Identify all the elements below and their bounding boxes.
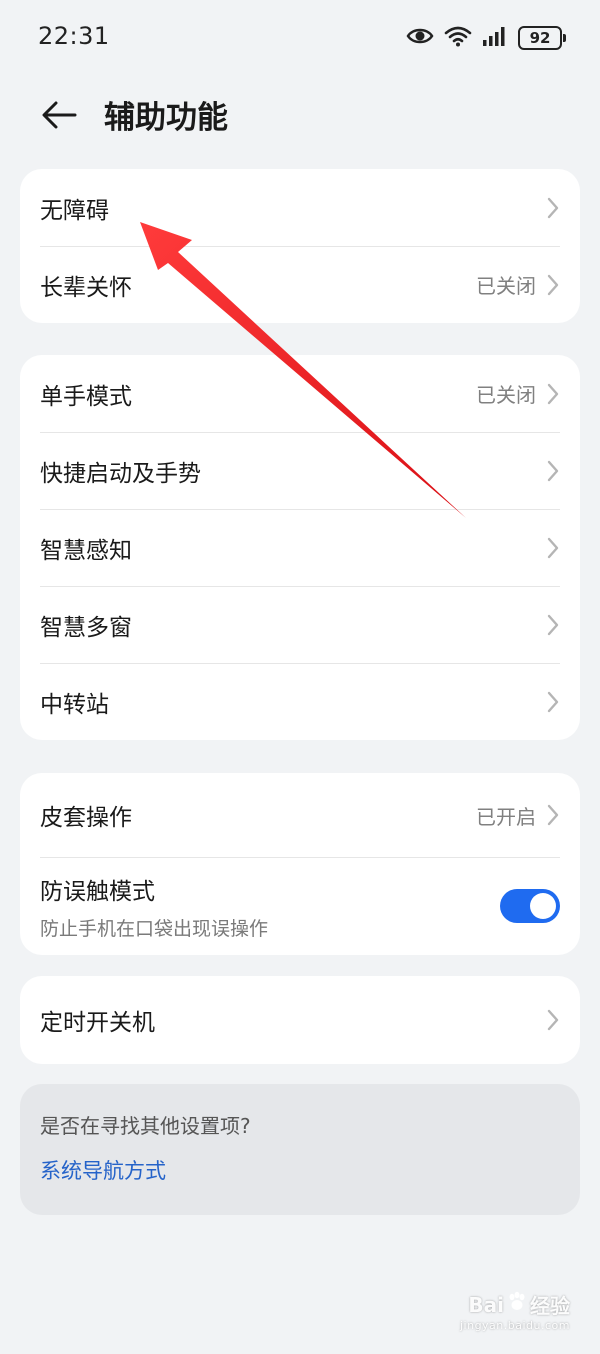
wifi-icon bbox=[444, 25, 472, 51]
mistouch-toggle[interactable] bbox=[500, 889, 560, 923]
chevron-right-icon bbox=[546, 274, 560, 296]
watermark-brand: Bai 经验 bbox=[468, 1290, 570, 1319]
paw-icon bbox=[506, 1291, 528, 1318]
page-title: 辅助功能 bbox=[104, 100, 228, 136]
battery-icon: 92 bbox=[518, 26, 566, 50]
row-elder-care[interactable]: 长辈关怀 已关闭 bbox=[20, 246, 580, 323]
chevron-right-icon bbox=[546, 537, 560, 559]
chevron-right-icon bbox=[546, 460, 560, 482]
row-scheduled-power[interactable]: 定时开关机 bbox=[20, 976, 580, 1064]
status-bar: 22:31 92 bbox=[0, 0, 600, 76]
settings-group-3: 皮套操作 已开启 防误触模式 防止手机在口袋出现误操作 bbox=[20, 773, 580, 955]
watermark-brand-text: Bai bbox=[468, 1292, 504, 1317]
row-label: 单手模式 bbox=[40, 383, 132, 410]
row-texts: 防误触模式 防止手机在口袋出现误操作 bbox=[40, 872, 500, 941]
row-label: 无障碍 bbox=[40, 197, 109, 224]
eye-icon bbox=[406, 26, 434, 50]
row-label: 防误触模式 bbox=[40, 878, 155, 905]
watermark-url: jingyan.baidu.com bbox=[459, 1319, 570, 1332]
settings-group-2: 单手模式 已关闭 快捷启动及手势 智慧感知 智慧多窗 中转站 bbox=[20, 355, 580, 740]
toggle-knob bbox=[530, 893, 556, 919]
settings-group-1: 无障碍 长辈关怀 已关闭 bbox=[20, 169, 580, 323]
chevron-right-icon bbox=[546, 1009, 560, 1031]
row-value: 已关闭 bbox=[476, 383, 536, 407]
row-one-hand-mode[interactable]: 单手模式 已关闭 bbox=[20, 355, 580, 432]
suggestion-card: 是否在寻找其他设置项? 系统导航方式 bbox=[20, 1084, 580, 1215]
chevron-right-icon bbox=[546, 691, 560, 713]
status-time: 22:31 bbox=[38, 22, 110, 50]
row-multi-window[interactable]: 智慧多窗 bbox=[20, 586, 580, 663]
settings-group-4: 定时开关机 bbox=[20, 976, 580, 1064]
suggestion-link[interactable]: 系统导航方式 bbox=[40, 1155, 560, 1185]
row-value: 已关闭 bbox=[476, 274, 536, 298]
back-button[interactable] bbox=[34, 90, 84, 140]
status-icons: 92 bbox=[406, 24, 566, 52]
watermark-suffix: 经验 bbox=[530, 1294, 570, 1318]
row-label: 快捷启动及手势 bbox=[40, 460, 201, 487]
row-cover-operation[interactable]: 皮套操作 已开启 bbox=[20, 773, 580, 857]
row-label: 智慧感知 bbox=[40, 537, 132, 564]
chevron-right-icon bbox=[546, 197, 560, 219]
row-label: 长辈关怀 bbox=[40, 274, 132, 301]
row-label: 定时开关机 bbox=[40, 1010, 155, 1036]
row-label: 智慧多窗 bbox=[40, 614, 132, 641]
watermark: Bai 经验 jingyan.baidu.com bbox=[460, 1290, 570, 1332]
row-value: 已开启 bbox=[476, 804, 536, 829]
signal-icon bbox=[482, 26, 508, 50]
row-smart-awareness[interactable]: 智慧感知 bbox=[20, 509, 580, 586]
row-label: 中转站 bbox=[40, 691, 109, 718]
suggestion-question: 是否在寻找其他设置项? bbox=[40, 1114, 251, 1138]
chevron-right-icon bbox=[546, 804, 560, 826]
back-arrow-icon bbox=[42, 101, 77, 129]
chevron-right-icon bbox=[546, 383, 560, 405]
row-shortcuts-gestures[interactable]: 快捷启动及手势 bbox=[20, 432, 580, 509]
row-mistouch-mode: 防误触模式 防止手机在口袋出现误操作 bbox=[20, 857, 580, 955]
row-transfer-station[interactable]: 中转站 bbox=[20, 663, 580, 740]
row-accessibility[interactable]: 无障碍 bbox=[20, 169, 580, 246]
chevron-right-icon bbox=[546, 614, 560, 636]
row-subtitle: 防止手机在口袋出现误操作 bbox=[40, 917, 269, 940]
row-label: 皮套操作 bbox=[40, 805, 132, 831]
header: 辅助功能 bbox=[0, 76, 600, 152]
